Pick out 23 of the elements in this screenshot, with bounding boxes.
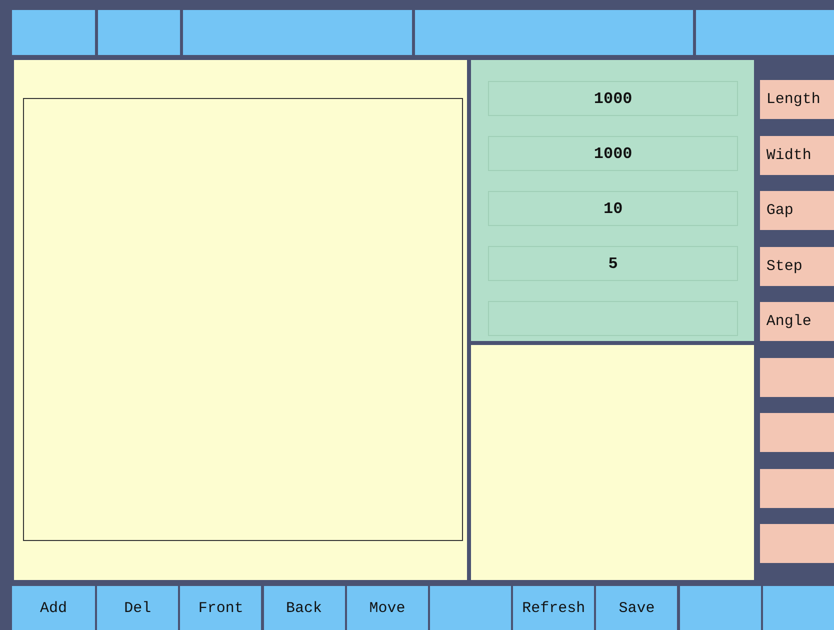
- value-field[interactable]: 5: [488, 246, 738, 281]
- toolbar-button[interactable]: Front: [180, 586, 262, 630]
- toolbar-button[interactable]: [762, 586, 834, 630]
- toolbar-button[interactable]: Save: [596, 586, 678, 630]
- toolbar-button[interactable]: [680, 586, 760, 630]
- parameter-button[interactable]: Gap: [760, 191, 834, 230]
- parameter-button[interactable]: Step: [760, 246, 834, 286]
- toolbar-button[interactable]: Back: [264, 586, 345, 630]
- parameter-button[interactable]: Width: [760, 136, 834, 174]
- parameter-button[interactable]: [760, 468, 834, 508]
- toolbar-button[interactable]: Del: [97, 586, 178, 630]
- toolbar-button[interactable]: [430, 586, 511, 630]
- toolbar-button[interactable]: Refresh: [513, 586, 594, 630]
- toolbar-button[interactable]: Move: [346, 586, 428, 630]
- value-field[interactable]: 10: [488, 191, 738, 226]
- parameter-button[interactable]: [760, 413, 834, 452]
- parameter-button[interactable]: [760, 358, 834, 396]
- value-field[interactable]: 1000: [488, 81, 738, 116]
- toolbar-button[interactable]: Add: [12, 586, 95, 630]
- parameter-button[interactable]: Angle: [760, 302, 834, 341]
- parameter-button[interactable]: Length: [760, 80, 834, 119]
- value-field[interactable]: 1000: [488, 136, 738, 171]
- parameter-button[interactable]: [760, 524, 834, 563]
